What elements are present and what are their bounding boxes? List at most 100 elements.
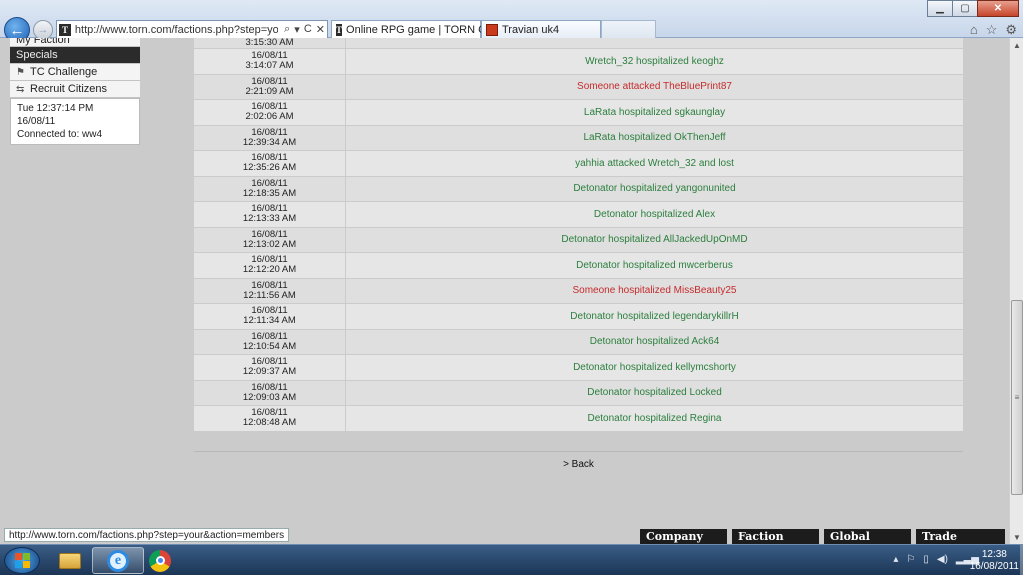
chat-tab-faction[interactable]: Faction	[732, 529, 819, 544]
event-row: 16/08/11 12:09:37 AM Detonator hospitalize…	[194, 355, 963, 381]
event-time: 16/08/11 12:10:54 AM	[194, 329, 346, 354]
sidebar-item-tc-challenge[interactable]: ⚑ TC Challenge	[10, 64, 140, 81]
event-time-clock: 2:21:09 AM	[245, 85, 294, 97]
event-row: 16/08/11 12:35:26 AM yahhia attacked Wretc…	[194, 151, 963, 177]
sidebar: My Faction Specials ⚑ TC Challenge ⇆ Rec…	[10, 38, 140, 145]
address-tools: ⌕ ▾ C ✕	[282, 23, 327, 36]
link-status-tooltip: http://www.torn.com/factions.php?step=yo…	[4, 528, 290, 542]
faction-events-list: 3:15:30 AM 16/08/11 3:14:07 AM Wretch_32 h…	[194, 38, 963, 432]
page-scrollbar[interactable]: ▲ ≡ ▼	[1009, 38, 1023, 544]
forward-button[interactable]: →	[33, 20, 53, 40]
stop-icon[interactable]: ✕	[316, 23, 325, 36]
sidebar-item-label: TC Challenge	[30, 66, 98, 78]
clock-date: 16/08/2011	[969, 561, 1019, 572]
event-time: 16/08/11 12:09:03 AM	[194, 380, 346, 405]
status-url: http://www.torn.com/factions.php?step=yo…	[9, 529, 285, 541]
chrome-icon	[149, 549, 171, 572]
volume-icon[interactable]: ◀)	[937, 554, 948, 565]
home-icon[interactable]: ⌂	[970, 22, 978, 38]
tab-torn[interactable]: T Online RPG game | TORN C... ✕	[331, 20, 512, 39]
chat-tab-company[interactable]: Company	[640, 529, 727, 544]
scroll-thumb[interactable]: ≡	[1011, 300, 1023, 495]
event-text: Detonator hospitalized Alex	[346, 202, 963, 227]
event-row: 16/08/11 12:10:54 AM Detonator hospitalize…	[194, 329, 963, 355]
refresh-icon[interactable]: C	[304, 23, 312, 36]
event-time: 16/08/11 2:02:06 AM	[194, 100, 346, 125]
taskbar-chrome[interactable]	[134, 547, 186, 574]
event-row: 16/08/11 12:18:35 AM Detonator hospitalize…	[194, 176, 963, 202]
event-row: 16/08/11 2:02:06 AM LaRata hospitalized sg…	[194, 100, 963, 126]
back-arrow-icon: ←	[9, 21, 25, 39]
event-text: Detonator hospitalized AllJackedUpOnMD	[346, 227, 963, 252]
maximize-button[interactable]: ▢	[952, 0, 978, 17]
chat-tab-global[interactable]: Global	[824, 529, 911, 544]
clock-time: 12:38	[981, 549, 1007, 560]
event-time: 16/08/11 12:11:34 AM	[194, 304, 346, 329]
event-time-clock: 12:11:56 AM	[243, 289, 296, 301]
taskbar: e ▴ ⚐ ▯ ◀) ▂▃▅ 12:38 16/08/2011	[0, 544, 1023, 575]
event-text: Detonator hospitalized Ack64	[346, 329, 963, 354]
event-time-clock: 12:13:33 AM	[242, 213, 297, 225]
back-link[interactable]: > Back	[563, 459, 594, 470]
scroll-down-icon[interactable]: ▼	[1010, 530, 1023, 544]
event-time: 16/08/11 12:13:02 AM	[194, 227, 346, 252]
tab-travian[interactable]: Travian uk4	[481, 20, 601, 39]
taskbar-explorer[interactable]	[44, 547, 96, 574]
event-row: 16/08/11 12:13:33 AM Detonator hospitalize…	[194, 202, 963, 228]
event-time-clock: 12:09:37 AM	[242, 366, 297, 378]
event-row: 16/08/11 12:39:34 AM LaRata hospitalized O…	[194, 125, 963, 151]
address-url[interactable]: http://www.torn.com/factions.php?step=yo…	[75, 24, 278, 36]
chat-tab-trade[interactable]: Trade	[916, 529, 1005, 544]
sidebar-header-specials: Specials	[10, 47, 140, 64]
action-center-flag-icon[interactable]: ⚐	[906, 554, 915, 565]
server-connection: Connected to: ww4	[17, 129, 103, 140]
server-time: Tue 12:37:14 PM 16/08/11	[17, 103, 94, 127]
browser-chrome: ▁ ▢ ✕ ← → T http://www.torn.com/factions…	[0, 0, 1023, 43]
event-row: 16/08/11 12:09:03 AM Detonator hospitalize…	[194, 380, 963, 406]
tray-expand-icon[interactable]: ▴	[893, 554, 898, 565]
event-row: 16/08/11 12:11:56 AM Someone hospitalized …	[194, 278, 963, 304]
tab-torn-label: Online RPG game | TORN C...	[346, 24, 496, 36]
event-time-clock: 3:15:30 AM	[245, 38, 294, 48]
event-text: yahhia attacked Wretch_32 and lost	[346, 151, 963, 176]
back-link-bar: > Back	[194, 451, 963, 476]
address-bar[interactable]: T http://www.torn.com/factions.php?step=…	[56, 20, 328, 39]
search-icon[interactable]: ⌕	[284, 23, 290, 36]
sidebar-item-my-faction[interactable]: My Faction	[10, 38, 140, 47]
event-time-clock: 12:39:34 AM	[242, 136, 297, 148]
event-text: LaRata hospitalized OkThenJeff	[346, 125, 963, 150]
travian-icon	[486, 24, 498, 36]
favorites-star-icon[interactable]: ☆	[986, 22, 998, 38]
dropdown-icon[interactable]: ▾	[294, 23, 300, 36]
event-text: Detonator hospitalized kellymcshorty	[346, 355, 963, 380]
event-time-clock: 12:08:48 AM	[242, 417, 297, 429]
start-button[interactable]	[4, 547, 40, 574]
event-text: LaRata hospitalized sgkaunglay	[346, 100, 963, 125]
device-icon[interactable]: ▯	[923, 554, 929, 565]
event-time-clock: 12:35:26 AM	[242, 162, 297, 174]
event-row: 16/08/11 3:14:07 AM Wretch_32 hospitalized…	[194, 49, 963, 75]
taskbar-clock[interactable]: 12:38 16/08/2011	[970, 549, 1019, 573]
folder-icon	[59, 552, 81, 569]
event-row: 3:15:30 AM	[194, 38, 963, 49]
scroll-up-icon[interactable]: ▲	[1010, 38, 1023, 52]
flag-icon: ⚑	[16, 66, 25, 78]
minimize-button[interactable]: ▁	[927, 0, 953, 17]
event-row: 16/08/11 12:11:34 AM Detonator hospitalize…	[194, 304, 963, 330]
torn-tab-icon: T	[336, 24, 343, 36]
event-time-clock: 3:14:07 AM	[245, 60, 294, 72]
event-time-clock: 12:10:54 AM	[242, 340, 297, 352]
new-tab-button[interactable]	[601, 20, 656, 39]
event-text: Detonator hospitalized mwcerberus	[346, 253, 963, 278]
event-time-clock: 12:09:03 AM	[242, 391, 297, 403]
page-content: My Faction Specials ⚑ TC Challenge ⇆ Rec…	[0, 38, 1009, 544]
event-time: 16/08/11 2:21:09 AM	[194, 74, 346, 99]
event-time: 16/08/11 12:18:35 AM	[194, 176, 346, 201]
event-time: 3:15:30 AM	[194, 38, 346, 48]
close-button[interactable]: ✕	[977, 0, 1019, 17]
server-status: Tue 12:37:14 PM 16/08/11 Connected to: w…	[10, 98, 140, 145]
gear-icon[interactable]: ⚙	[1005, 22, 1017, 38]
sidebar-item-label: Recruit Citizens	[30, 83, 108, 95]
event-time-clock: 2:02:06 AM	[245, 111, 294, 123]
sidebar-item-recruit-citizens[interactable]: ⇆ Recruit Citizens	[10, 81, 140, 98]
